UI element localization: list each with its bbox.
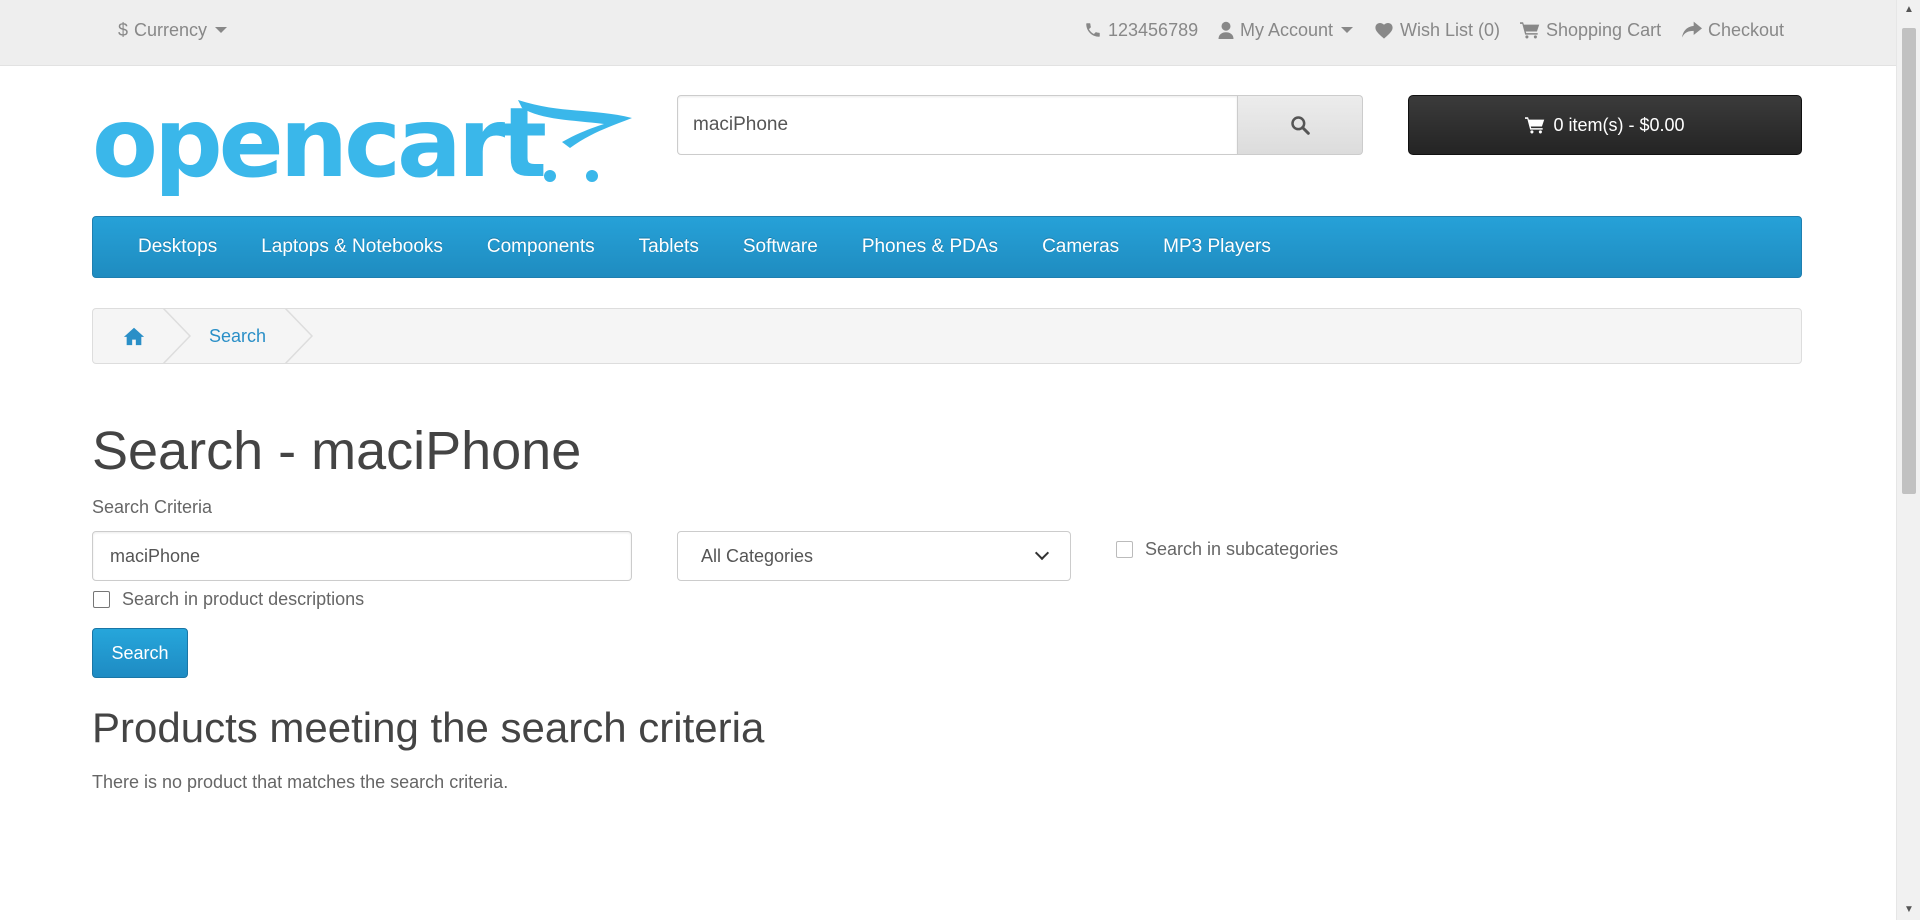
header-search-input[interactable] <box>677 95 1238 155</box>
top-bar: $ Currency 123456789 My Account Wish Lis… <box>0 0 1896 66</box>
page-scrollbar[interactable]: ▲ ▼ <box>1896 0 1920 920</box>
logo-image: opencart <box>92 87 632 199</box>
scroll-down-arrow-icon[interactable]: ▼ <box>1897 900 1920 920</box>
menu-item-components[interactable]: Components <box>465 236 617 258</box>
subcategories-checkbox[interactable] <box>1116 541 1133 558</box>
cart-total: 0 item(s) - $0.00 <box>1553 114 1685 135</box>
phone-number: 123456789 <box>1108 19 1199 40</box>
cart-button[interactable]: 0 item(s) - $0.00 <box>1408 95 1802 155</box>
descriptions-checkbox[interactable] <box>93 591 110 608</box>
home-icon[interactable] <box>123 325 145 347</box>
search-criteria-label: Search Criteria <box>92 497 213 517</box>
breadcrumb: Search <box>92 308 1802 364</box>
subcategories-label: Search in subcategories <box>1145 539 1339 559</box>
search-criteria-input[interactable] <box>92 531 632 581</box>
cart-icon <box>1520 22 1540 39</box>
menu-item-tablets[interactable]: Tablets <box>617 236 721 258</box>
page-title: Search - maciPhone <box>92 421 582 481</box>
my-account-label: My Account <box>1240 19 1334 40</box>
header-search-button[interactable] <box>1238 95 1363 155</box>
phone-link[interactable]: 123456789 <box>1084 18 1198 42</box>
category-select[interactable]: All Categories <box>677 531 1071 581</box>
menu-item-software[interactable]: Software <box>721 236 840 258</box>
results-heading: Products meeting the search criteria <box>92 704 765 751</box>
chevron-down-icon <box>1034 545 1050 561</box>
header-search <box>677 95 1363 155</box>
descriptions-label: Search in product descriptions <box>122 589 365 609</box>
caret-down-icon <box>215 27 228 33</box>
checkout-label: Checkout <box>1708 19 1785 40</box>
menu-item-mp3-players[interactable]: MP3 Players <box>1141 236 1293 258</box>
scroll-up-arrow-icon[interactable]: ▲ <box>1897 0 1920 20</box>
breadcrumb-search-link[interactable]: Search <box>209 326 266 347</box>
caret-down-icon <box>1341 27 1354 33</box>
heart-icon <box>1375 23 1393 39</box>
category-selected-value: All Categories <box>701 545 814 566</box>
wishlist-label: Wish List (0) <box>1400 19 1501 40</box>
menu-item-cameras[interactable]: Cameras <box>1020 236 1141 258</box>
currency-label: Currency <box>134 19 208 40</box>
my-account-dropdown[interactable]: My Account <box>1218 18 1354 42</box>
menu-item-phones-pdas[interactable]: Phones & PDAs <box>840 236 1020 258</box>
menu-item-desktops[interactable]: Desktops <box>116 236 239 258</box>
opencart-logo[interactable]: opencart <box>92 87 634 204</box>
shopping-cart-label: Shopping Cart <box>1546 19 1662 40</box>
scroll-thumb[interactable] <box>1902 28 1916 494</box>
search-icon <box>1291 116 1310 135</box>
descriptions-option: Search in product descriptions <box>93 589 364 610</box>
shopping-cart-link[interactable]: Shopping Cart <box>1520 18 1661 42</box>
checkout-link[interactable]: Checkout <box>1682 18 1784 42</box>
main-menu: Desktops Laptops & Notebooks Components … <box>92 216 1802 278</box>
phone-icon <box>1086 23 1100 37</box>
share-arrow-icon <box>1682 21 1702 38</box>
breadcrumb-separator <box>163 308 191 364</box>
no-results-message: There is no product that matches the sea… <box>92 772 509 792</box>
wishlist-link[interactable]: Wish List (0) <box>1374 18 1500 42</box>
breadcrumb-separator <box>285 308 313 364</box>
currency-dropdown[interactable]: $ Currency <box>118 18 228 42</box>
cart-icon <box>1525 117 1545 134</box>
dollar-icon: $ <box>118 19 129 40</box>
logo-text: opencart <box>92 96 545 199</box>
menu-item-laptops-notebooks[interactable]: Laptops & Notebooks <box>239 236 465 258</box>
user-icon <box>1218 21 1234 39</box>
subcategories-option: Search in subcategories <box>1116 539 1338 560</box>
search-button[interactable]: Search <box>92 628 188 678</box>
